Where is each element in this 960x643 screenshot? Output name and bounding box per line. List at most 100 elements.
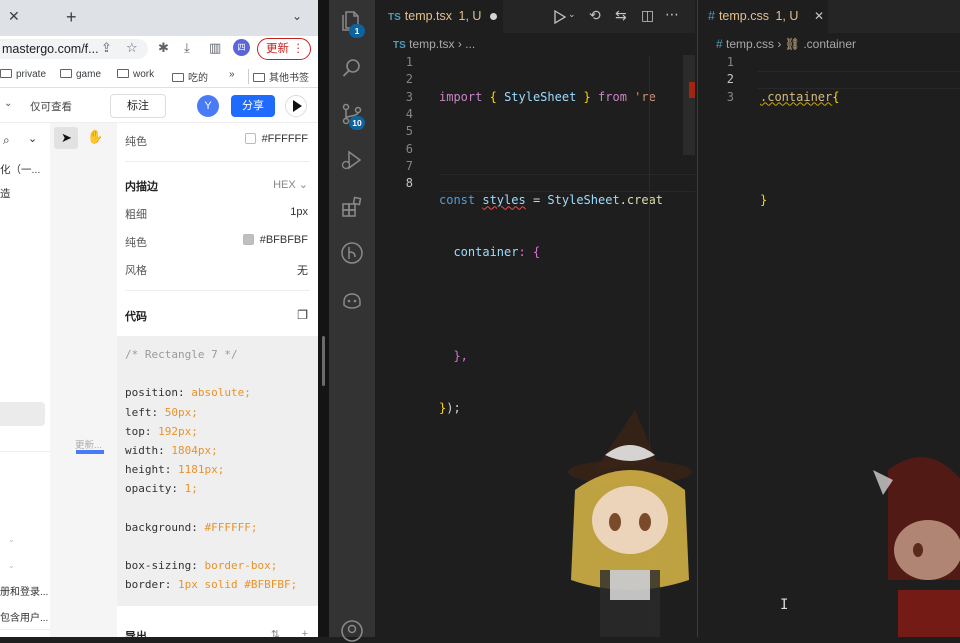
timeline-icon[interactable]: ⟲ <box>589 7 601 24</box>
bookmarks-overflow[interactable]: » <box>229 69 235 80</box>
line-number: 2 <box>726 72 734 87</box>
stroke-format-select[interactable]: HEX ⌄ <box>273 178 308 191</box>
design-canvas[interactable]: ➤ ✋ 更新... <box>50 123 117 637</box>
bookmark-food[interactable]: 吃的 <box>172 69 208 84</box>
tab-search-chevron-icon[interactable]: ⌄ <box>292 9 302 23</box>
chevron-down-icon[interactable]: ⌄ <box>8 561 15 570</box>
chevron-down-icon[interactable]: ⌄ <box>4 98 12 109</box>
code-token: { <box>832 89 840 104</box>
typescript-file-icon: TS <box>393 40 406 51</box>
folder-icon <box>253 73 265 82</box>
extensions-icon[interactable] <box>340 195 364 219</box>
browser-tab-bar: ✕ + ⌄ <box>0 0 318 36</box>
move-tool-button[interactable]: ➤ <box>54 127 78 149</box>
window-split-divider[interactable] <box>318 0 329 637</box>
add-export-icon[interactable]: + <box>302 628 308 637</box>
line-number: 6 <box>405 141 413 156</box>
css-property: background: <box>125 520 205 534</box>
breadcrumb-file[interactable]: temp.tsx <box>409 37 454 51</box>
bookmark-private[interactable]: private <box>0 69 46 80</box>
browser-update-button[interactable]: 更新 ⋮ <box>257 38 311 60</box>
layer-item[interactable]: 造 <box>0 186 11 201</box>
extensions-icon[interactable]: ✱ <box>158 40 169 56</box>
breadcrumb-more[interactable]: ... <box>465 37 475 51</box>
git-graph-icon[interactable] <box>340 241 364 265</box>
code-token: } <box>760 193 768 208</box>
account-icon[interactable] <box>340 619 364 643</box>
run-icon[interactable] <box>553 10 567 24</box>
inspector-panel: 纯色 #FFFFFF 内描边 HEX ⌄ 粗细 1px 纯色 #BFBFBF 风… <box>117 123 318 637</box>
hand-tool-icon[interactable]: ✋ <box>87 129 103 145</box>
cursor-arrow-icon: ➤ <box>61 130 72 145</box>
more-actions-icon[interactable]: ⋯ <box>665 6 679 23</box>
tab-temp-css[interactable]: # temp.css 1, U ✕ <box>698 0 828 33</box>
css-value: 1804px; <box>171 444 218 457</box>
bookmark-work[interactable]: work <box>117 69 154 80</box>
update-label: 更新 <box>266 43 289 55</box>
annotate-tab[interactable]: 标注 <box>110 94 166 118</box>
code-css[interactable]: .container{ } <box>760 54 839 244</box>
page-item[interactable]: 册和登录... <box>0 583 48 598</box>
css-property: position: <box>125 386 192 400</box>
editor-tab-bar: # temp.css 1, U ✕ <box>698 0 960 33</box>
unsaved-dot-icon[interactable] <box>490 13 497 20</box>
export-section-title: 导出 <box>125 631 147 637</box>
chevron-down-icon[interactable]: ⌄ <box>8 535 15 544</box>
css-property: opacity: <box>125 482 185 496</box>
stroke-swatch[interactable] <box>242 234 254 245</box>
breadcrumb-selector[interactable]: .container <box>803 37 856 51</box>
new-tab-icon[interactable]: + <box>66 7 77 28</box>
fill-swatch[interactable] <box>244 133 256 144</box>
editor-group-css: # temp.css 1, U ✕ # temp.css › ⛓ .contain… <box>697 0 960 637</box>
bookmark-star-icon[interactable]: ☆ <box>126 40 138 56</box>
vertical-scrollbar[interactable] <box>683 55 695 155</box>
close-tab-icon[interactable]: ✕ <box>8 8 20 25</box>
css-code-block[interactable]: /* Rectangle 7 */ position: absolute; left… <box>117 336 318 606</box>
split-handle[interactable] <box>322 336 325 386</box>
sidepanel-icon[interactable]: ▥ <box>209 40 221 56</box>
chevron-down-icon[interactable]: ⌄ <box>568 9 576 20</box>
bookmark-other[interactable]: 其他书签 <box>248 69 309 84</box>
export-settings-icon[interactable]: ⇅ <box>271 628 280 637</box>
bookmark-game[interactable]: game <box>60 69 101 80</box>
css-value: border-box; <box>204 559 278 573</box>
download-icon[interactable]: ⤓ <box>184 40 190 56</box>
compare-changes-icon[interactable]: ⇆ <box>615 7 627 24</box>
user-avatar[interactable]: Y <box>197 95 219 117</box>
split-editor-icon[interactable]: ◫ <box>641 7 654 24</box>
copilot-icon[interactable] <box>340 288 364 312</box>
css-value: 192px; <box>158 424 198 438</box>
bookmarks-bar: private game work 吃的 » 其他书签 <box>0 62 318 88</box>
code-token: StyleSheet <box>547 193 620 208</box>
typescript-file-icon: TS <box>388 12 401 23</box>
css-file-icon: # <box>716 37 723 51</box>
search-icon[interactable] <box>340 56 364 80</box>
page-item[interactable]: 包含用户... <box>0 609 48 624</box>
folder-icon <box>60 69 72 78</box>
code-token: const <box>439 193 476 208</box>
close-tab-icon[interactable]: ✕ <box>814 0 824 33</box>
search-icon[interactable]: ⌕ <box>3 133 10 148</box>
style-label: 风格 <box>125 265 147 277</box>
layer-item[interactable]: 化（一... <box>0 162 40 177</box>
present-button[interactable] <box>285 95 307 117</box>
breadcrumb-file[interactable]: temp.css <box>726 37 774 51</box>
canvas-frame-thumbnail[interactable] <box>76 450 104 454</box>
code-line: width: 1804px; <box>125 444 218 457</box>
thickness-value: 1px <box>290 206 308 218</box>
editor-group-tsx: TS temp.tsx 1, U ⌄ ⟲ ⇆ ◫ ⋯ TS temp.tsx › … <box>375 0 695 637</box>
play-icon <box>293 100 302 112</box>
code-line: border: 1px solid #BFBFBF; <box>125 578 297 591</box>
chevron-down-icon[interactable]: ⌄ <box>28 132 37 145</box>
tab-temp-tsx[interactable]: TS temp.tsx 1, U <box>375 0 503 33</box>
css-value: 50px; <box>164 405 198 419</box>
copy-icon[interactable]: ❐ <box>297 308 308 322</box>
section-divider <box>125 161 310 162</box>
layer-item-selected[interactable] <box>0 402 45 426</box>
code-line: box-sizing: border-box; <box>125 559 277 572</box>
share-icon[interactable]: ⇪ <box>101 40 112 56</box>
run-debug-icon[interactable] <box>340 148 364 172</box>
scm-badge: 10 <box>349 116 365 130</box>
share-button[interactable]: 分享 <box>231 95 275 117</box>
profile-avatar[interactable]: 四 <box>233 39 250 56</box>
